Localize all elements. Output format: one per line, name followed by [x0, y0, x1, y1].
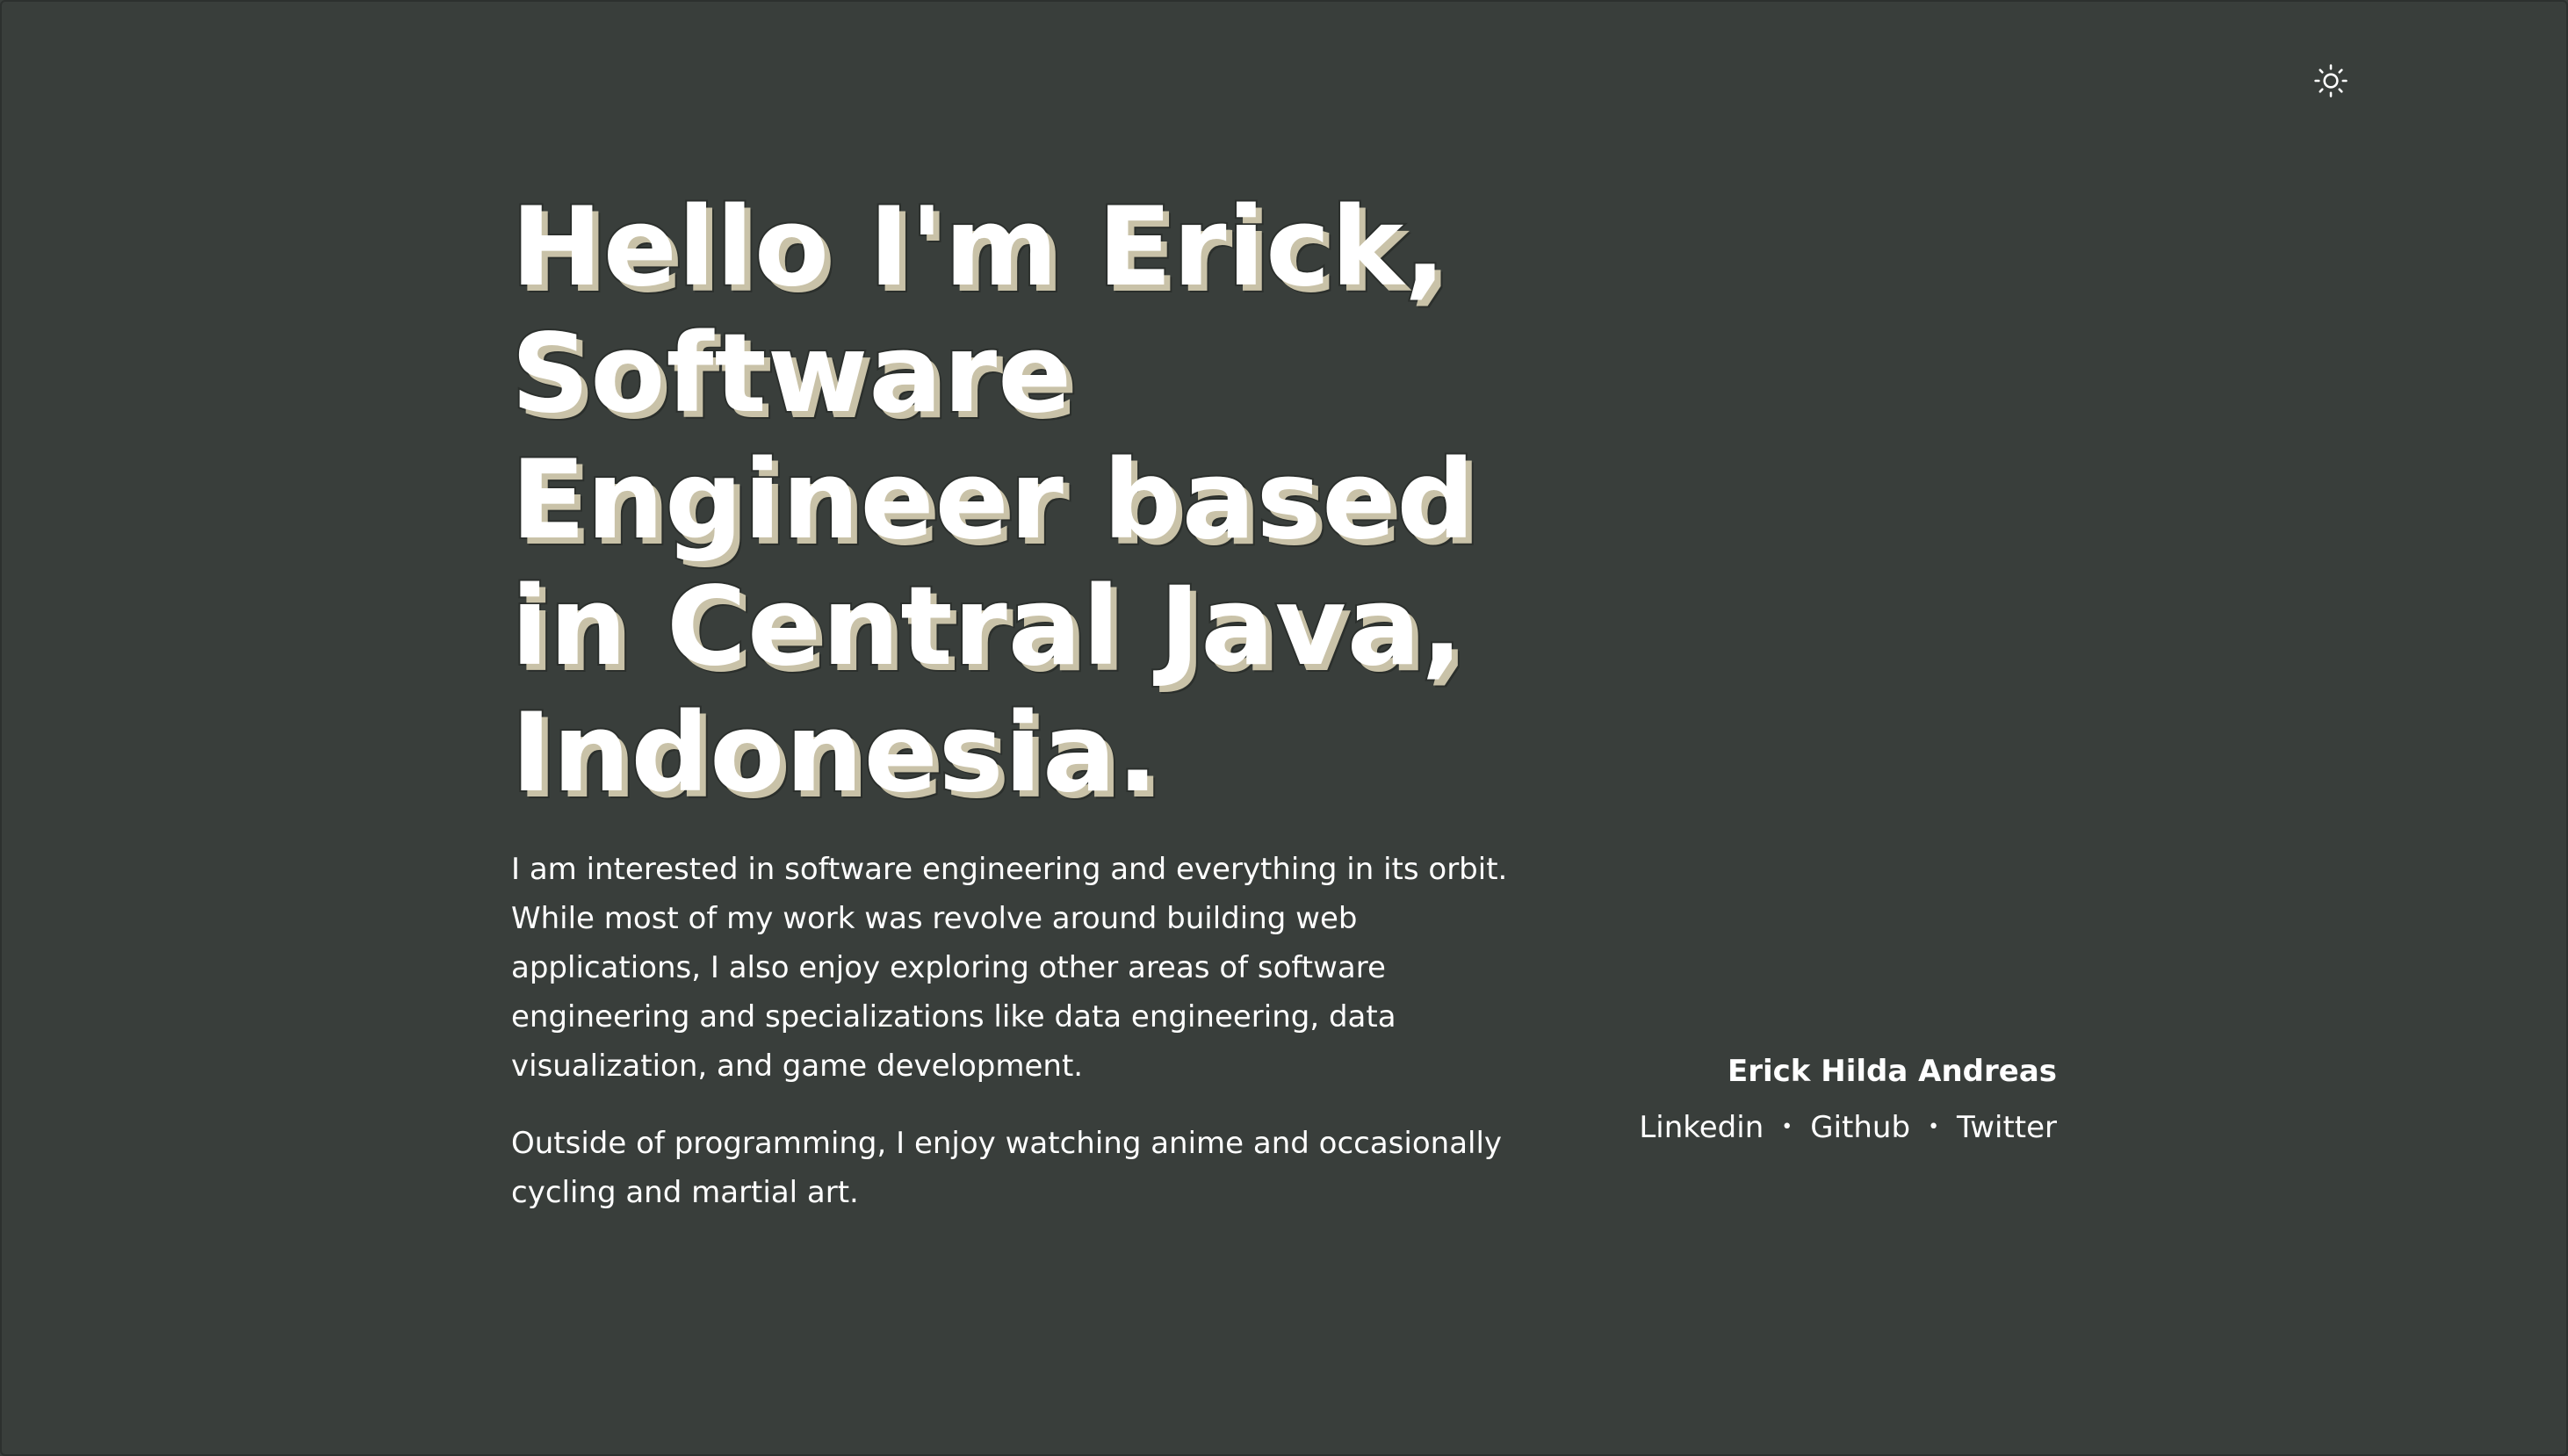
- page: Hello I'm Erick, Software Engineer based…: [0, 0, 2568, 1456]
- link-separator: •: [1928, 1116, 1940, 1138]
- bio: I am interested in software engineering …: [511, 845, 1547, 1245]
- bio-paragraph-1: I am interested in software engineering …: [511, 852, 1508, 1084]
- signature: Erick Hilda Andreas Linkedin • Github • …: [1639, 1047, 2057, 1152]
- github-link[interactable]: Github: [1810, 1103, 1910, 1152]
- author-name: Erick Hilda Andreas: [1728, 1054, 2057, 1089]
- theme-toggle-button[interactable]: [2308, 58, 2354, 104]
- linkedin-link[interactable]: Linkedin: [1639, 1103, 1764, 1152]
- link-separator: •: [1781, 1116, 1793, 1138]
- sun-icon: [2314, 64, 2348, 97]
- bio-paragraph-2: Outside of programming, I enjoy watching…: [511, 1126, 1503, 1210]
- twitter-link[interactable]: Twitter: [1957, 1103, 2057, 1152]
- social-links: Linkedin • Github • Twitter: [1639, 1103, 2057, 1152]
- hero-title: Hello I'm Erick, Software Engineer based…: [509, 183, 1476, 818]
